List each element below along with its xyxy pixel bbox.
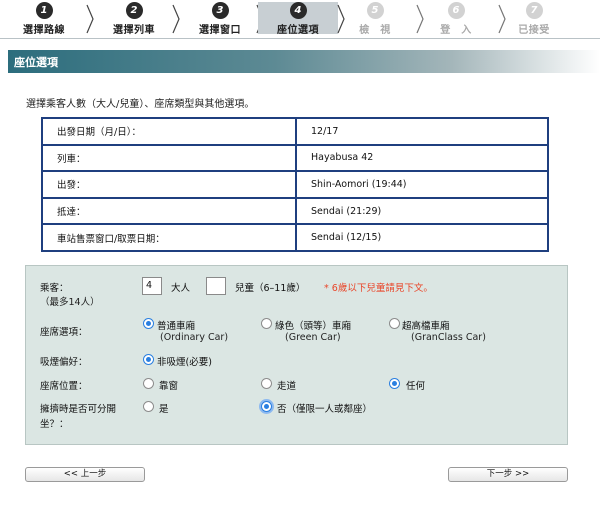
radio-ordinary-car[interactable] — [143, 318, 154, 329]
step-number: 3 — [211, 2, 229, 19]
option-label: 是 — [159, 404, 169, 415]
option-sublabel: (GranClass Car) — [411, 332, 486, 343]
next-button[interactable]: 下一步 >> — [448, 467, 568, 482]
option-sublabel: (Ordinary Car) — [160, 332, 229, 343]
adult-count-input[interactable]: 4 — [142, 277, 162, 295]
adult-label: 大人 — [171, 283, 191, 294]
step-5-review: 5 檢 視 — [333, 2, 417, 36]
seat-class-label: 座席選項： — [40, 327, 88, 338]
row-label: 車站售票窗口/取票日期： — [41, 223, 297, 252]
row-label: 出發： — [41, 170, 297, 199]
radio-granclass-car[interactable] — [389, 318, 400, 329]
radio-separate-yes[interactable] — [143, 401, 154, 412]
child-count-input[interactable] — [206, 277, 226, 295]
separate-seating-label: 擁擠時是否可分開 — [40, 404, 117, 415]
smoking-label: 吸煙偏好： — [40, 357, 88, 368]
option-label: 超高檔車廂 — [402, 321, 450, 332]
section-header: 座位選項 — [8, 50, 600, 73]
step-4-seat-options: 4 座位選項 — [258, 2, 338, 36]
child-label: 兒童（6–11歲） — [235, 283, 306, 294]
row-label: 出發日期（月/日）： — [41, 117, 297, 146]
option-label: 普通車廂 — [157, 321, 196, 332]
option-label: 靠窗 — [159, 381, 179, 392]
table-row: 抵達： Sendai (21:29) — [41, 196, 549, 226]
row-value: Sendai (12/15) — [295, 223, 549, 252]
step-progress-bar: 1 選擇路線 2 選擇列車 3 選擇窗口 4 座位選項 5 檢 視 6 登 入 … — [0, 0, 600, 39]
radio-window[interactable] — [143, 378, 154, 389]
passengers-label: 乘客： — [40, 283, 69, 294]
passengers-limit: （最多14人） — [40, 297, 100, 308]
option-label: 綠色（頭等）車廂 — [275, 321, 352, 332]
row-value: 12/17 — [295, 117, 549, 146]
radio-green-car[interactable] — [261, 318, 272, 329]
step-label: 選擇列車 — [113, 25, 155, 36]
back-button[interactable]: << 上一步 — [25, 467, 145, 482]
radio-non-smoking[interactable] — [143, 354, 154, 365]
table-row: 出發： Shin-Aomori (19:44) — [41, 170, 549, 199]
step-label: 登 入 — [440, 25, 472, 36]
step-3-select-counter: 3 選擇窗口 — [178, 2, 262, 36]
table-row: 出發日期（月/日）： 12/17 — [41, 117, 549, 146]
option-label: 任何 — [406, 381, 426, 392]
row-value: Shin-Aomori (19:44) — [295, 170, 549, 199]
step-label: 檢 視 — [359, 25, 391, 36]
step-1-select-route: 1 選擇路線 — [2, 2, 86, 36]
step-number: 2 — [125, 2, 143, 19]
step-number: 5 — [366, 2, 384, 19]
row-label: 列車： — [41, 143, 297, 173]
radio-aisle[interactable] — [261, 378, 272, 389]
step-7-accepted: 7 已接受 — [492, 2, 576, 36]
step-number: 1 — [35, 2, 53, 19]
option-sublabel: (Green Car) — [285, 332, 341, 343]
row-value: Hayabusa 42 — [295, 143, 549, 173]
seat-options-panel: 乘客： （最多14人） 4 大人 兒童（6–11歲） * 6歲以下兒童請見下文。… — [25, 265, 568, 445]
step-6-login: 6 登 入 — [414, 2, 498, 36]
step-2-select-train: 2 選擇列車 — [92, 2, 176, 36]
row-label: 抵達： — [41, 196, 297, 226]
step-label: 已接受 — [518, 25, 550, 36]
step-number: 6 — [447, 2, 465, 19]
seat-position-label: 座席位置： — [40, 381, 88, 392]
trip-summary-table: 出發日期（月/日）： 12/17 列車： Hayabusa 42 出發： Shi… — [41, 117, 549, 252]
step-number: 7 — [525, 2, 543, 19]
step-label: 選擇窗口 — [199, 25, 241, 36]
step-label: 座位選項 — [277, 25, 319, 36]
step-number: 4 — [289, 2, 307, 19]
table-row: 車站售票窗口/取票日期： Sendai (12/15) — [41, 223, 549, 252]
option-label: 非吸煙(必要) — [157, 357, 212, 368]
radio-any-seat[interactable] — [389, 378, 400, 389]
section-title: 座位選項 — [14, 56, 58, 69]
step-label: 選擇路線 — [23, 25, 65, 36]
table-row: 列車： Hayabusa 42 — [41, 143, 549, 173]
instruction-text: 選擇乘客人數（大人/兒童）、座席類型與其他選項。 — [26, 99, 255, 110]
row-value: Sendai (21:29) — [295, 196, 549, 226]
radio-separate-no[interactable] — [261, 401, 272, 412]
option-label: 走道 — [277, 381, 297, 392]
separate-seating-label-line2: 坐？： — [40, 419, 69, 430]
option-label: 否（僅限一人或鄰座） — [277, 404, 373, 415]
child-note: * 6歲以下兒童請見下文。 — [324, 283, 433, 294]
